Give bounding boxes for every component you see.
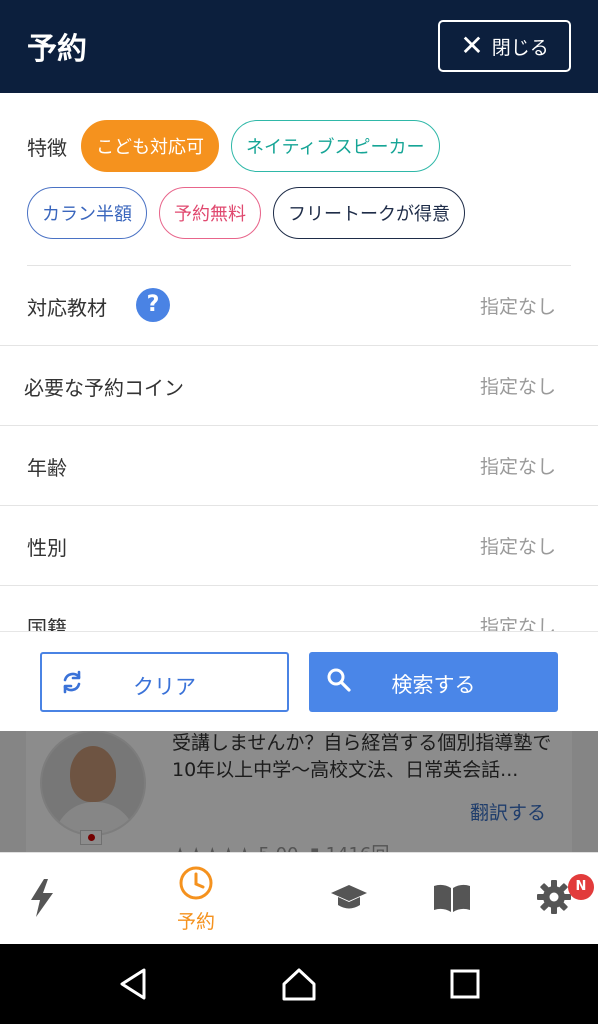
filter-label: 必要な予約コイン — [24, 376, 184, 400]
search-label: 検索する — [391, 673, 476, 697]
tab-courses[interactable] — [309, 853, 389, 945]
filter-value: 指定なし — [479, 536, 556, 558]
filter-value: 指定なし — [479, 296, 556, 318]
home-icon[interactable] — [279, 964, 319, 1004]
search-button[interactable]: 検索する — [309, 652, 558, 712]
filter-value: 指定なし — [479, 456, 556, 478]
filter-sheet: 特徴 こども対応可 ネイティブスピーカー カラン半額 予約無料 フリートークが得… — [0, 93, 598, 631]
gear-icon — [537, 880, 571, 914]
bottom-tab-bar: 予約 — [0, 852, 598, 944]
chip-native-speaker[interactable]: ネイティブスピーカー — [231, 120, 440, 172]
book-icon — [434, 884, 470, 912]
page-title: 予約 — [27, 32, 87, 67]
notification-badge: N — [568, 874, 594, 900]
filter-value: 指定なし — [479, 616, 556, 631]
close-button[interactable]: ✕ 閉じる — [438, 20, 571, 72]
chip-free-reservation[interactable]: 予約無料 — [159, 187, 261, 239]
lightning-icon — [31, 879, 53, 917]
tab-reservation-label: 予約 — [176, 911, 215, 933]
system-nav-bar — [0, 944, 598, 1024]
header: 予約 ✕ 閉じる — [0, 0, 598, 93]
filter-label: 性別 — [27, 536, 67, 560]
back-icon[interactable] — [114, 964, 154, 1004]
close-label: 閉じる — [491, 36, 549, 59]
clear-label: クリア — [133, 675, 196, 699]
filter-label: 国籍 — [27, 616, 67, 631]
filter-row-age[interactable]: 年齢 指定なし — [0, 426, 598, 506]
filter-row-nationality[interactable]: 国籍 指定なし — [0, 586, 598, 631]
tab-book[interactable] — [412, 853, 492, 945]
filter-label: 対応教材 — [27, 296, 107, 320]
features-row: 特徴 こども対応可 ネイティブスピーカー — [27, 120, 440, 172]
filter-row-gender[interactable]: 性別 指定なし — [0, 506, 598, 586]
tab-lightning[interactable] — [2, 853, 82, 945]
action-bar: クリア 検索する — [0, 631, 598, 731]
filter-row-coins[interactable]: 必要な予約コイン 指定なし — [0, 346, 598, 426]
filter-label: 年齢 — [27, 456, 67, 480]
close-icon: ✕ — [460, 29, 484, 62]
filter-value: 指定なし — [479, 376, 556, 398]
filter-row-materials[interactable]: 対応教材 ? 指定なし — [0, 266, 598, 346]
help-icon[interactable]: ? — [136, 288, 170, 322]
clear-button[interactable]: クリア — [40, 652, 289, 712]
features-row-2: カラン半額 予約無料 フリートークが得意 — [27, 187, 465, 239]
recents-icon[interactable] — [445, 964, 485, 1004]
clock-icon — [179, 866, 213, 900]
graduation-cap-icon — [331, 885, 367, 909]
chip-callan-half-price[interactable]: カラン半額 — [27, 187, 147, 239]
chip-kids-ok[interactable]: こども対応可 — [81, 120, 219, 172]
tab-reservation[interactable]: 予約 — [156, 853, 236, 945]
chip-free-talk[interactable]: フリートークが得意 — [273, 187, 465, 239]
features-label: 特徴 — [27, 135, 67, 160]
